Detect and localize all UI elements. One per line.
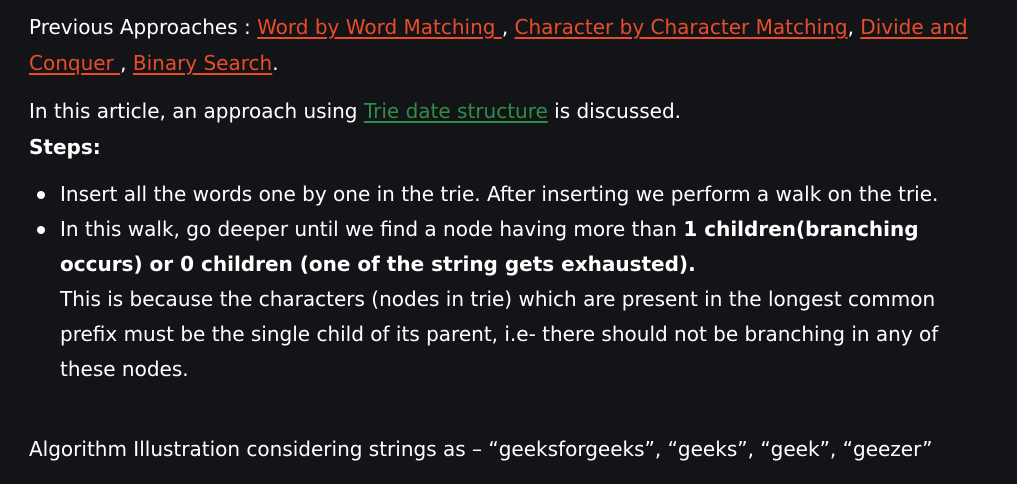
separator: ,	[120, 51, 133, 75]
separator: ,	[847, 15, 861, 39]
period: .	[272, 51, 279, 75]
article-content: Previous Approaches : Word by Word Match…	[0, 0, 1017, 484]
steps-heading: Steps:	[29, 135, 101, 159]
previous-approaches-paragraph: Previous Approaches : Word by Word Match…	[29, 9, 977, 81]
previous-approaches-label: Previous Approaches :	[29, 15, 258, 39]
bullet-icon	[37, 191, 45, 199]
article-description-prefix: In this article, an approach using	[29, 99, 364, 123]
character-by-character-link[interactable]: Character by Character Matching	[515, 15, 848, 39]
steps-list: Insert all the words one by one in the t…	[29, 177, 977, 387]
step-explanation: This is because the characters (nodes in…	[60, 287, 939, 381]
trie-data-structure-link[interactable]: Trie date structure	[364, 99, 548, 123]
list-item: In this walk, go deeper until we find a …	[37, 212, 977, 387]
step-text: In this walk, go deeper until we find a …	[60, 217, 684, 241]
bullet-icon	[37, 226, 45, 234]
binary-search-link[interactable]: Binary Search	[133, 51, 272, 75]
word-by-word-link[interactable]: Word by Word Matching	[257, 15, 502, 39]
separator: ,	[501, 15, 515, 39]
article-description: In this article, an approach using Trie …	[29, 93, 977, 129]
article-description-suffix: is discussed.	[547, 99, 682, 123]
step-text: Insert all the words one by one in the t…	[60, 182, 939, 206]
list-item: Insert all the words one by one in the t…	[37, 177, 977, 212]
algorithm-illustration-text: Algorithm Illustration considering strin…	[29, 437, 933, 461]
